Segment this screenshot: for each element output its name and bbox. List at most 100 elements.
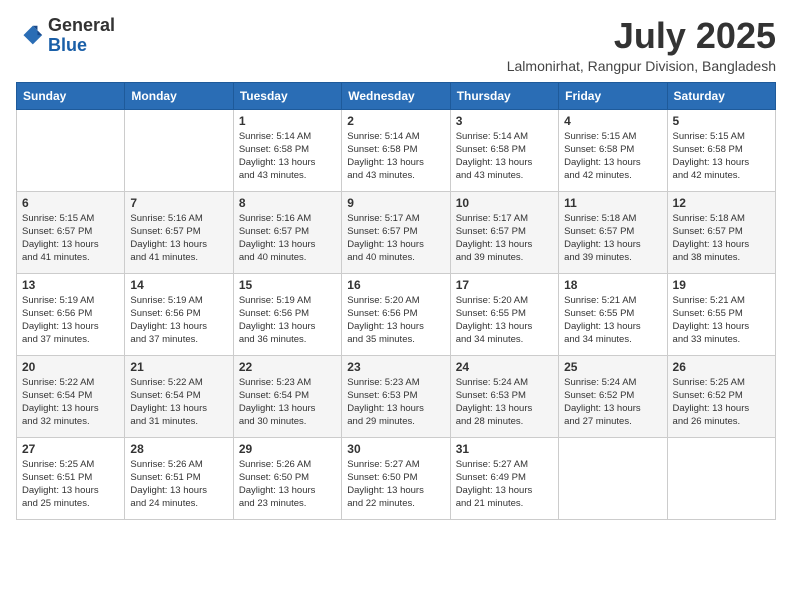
calendar-cell: 28 Sunrise: 5:26 AMSunset: 6:51 PMDayligh… bbox=[125, 437, 233, 519]
page-header: General Blue July 2025 Lalmonirhat, Rang… bbox=[16, 16, 776, 74]
day-number: 2 bbox=[347, 114, 444, 128]
calendar-cell: 4Sunrise: 5:15 AMSunset: 6:58 PMDaylight… bbox=[559, 109, 667, 191]
day-info: Sunrise: 5:23 AMSunset: 6:54 PMDaylight:… bbox=[239, 376, 336, 429]
logo: General Blue bbox=[16, 16, 115, 56]
calendar-cell: 7 Sunrise: 5:16 AMSunset: 6:57 PMDaylight… bbox=[125, 191, 233, 273]
calendar-cell: 16 Sunrise: 5:20 AMSunset: 6:56 PMDayligh… bbox=[342, 273, 450, 355]
day-info: Sunrise: 5:26 AMSunset: 6:51 PMDaylight:… bbox=[130, 458, 227, 511]
day-number: 13 bbox=[22, 278, 119, 292]
calendar-cell: 3 Sunrise: 5:14 AMSunset: 6:58 PMDaylight… bbox=[450, 109, 558, 191]
day-number: 7 bbox=[130, 196, 227, 210]
day-number: 11 bbox=[564, 196, 661, 210]
calendar-week-row: 27Sunrise: 5:25 AMSunset: 6:51 PMDayligh… bbox=[17, 437, 776, 519]
calendar-cell: 15 Sunrise: 5:19 AMSunset: 6:56 PMDayligh… bbox=[233, 273, 341, 355]
calendar-cell: 5 Sunrise: 5:15 AMSunset: 6:58 PMDaylight… bbox=[667, 109, 775, 191]
day-number: 22 bbox=[239, 360, 336, 374]
calendar-table: SundayMondayTuesdayWednesdayThursdayFrid… bbox=[16, 82, 776, 520]
day-number: 12 bbox=[673, 196, 770, 210]
calendar-week-row: 1 Sunrise: 5:14 AMSunset: 6:58 PMDaylight… bbox=[17, 109, 776, 191]
day-number: 15 bbox=[239, 278, 336, 292]
calendar-cell: 20 Sunrise: 5:22 AMSunset: 6:54 PMDayligh… bbox=[17, 355, 125, 437]
day-info: Sunrise: 5:21 AMSunset: 6:55 PMDaylight:… bbox=[564, 294, 661, 347]
day-info: Sunrise: 5:19 AMSunset: 6:56 PMDaylight:… bbox=[239, 294, 336, 347]
day-info: Sunrise: 5:22 AMSunset: 6:54 PMDaylight:… bbox=[130, 376, 227, 429]
month-title: July 2025 bbox=[507, 16, 776, 56]
calendar-cell: 25 Sunrise: 5:24 AMSunset: 6:52 PMDayligh… bbox=[559, 355, 667, 437]
day-number: 16 bbox=[347, 278, 444, 292]
day-info: Sunrise: 5:18 AMSunset: 6:57 PMDaylight:… bbox=[673, 212, 770, 265]
day-info: Sunrise: 5:26 AMSunset: 6:50 PMDaylight:… bbox=[239, 458, 336, 511]
calendar-cell: 24 Sunrise: 5:24 AMSunset: 6:53 PMDayligh… bbox=[450, 355, 558, 437]
calendar-cell: 14 Sunrise: 5:19 AMSunset: 6:56 PMDayligh… bbox=[125, 273, 233, 355]
calendar-cell: 30 Sunrise: 5:27 AMSunset: 6:50 PMDayligh… bbox=[342, 437, 450, 519]
calendar-cell: 17 Sunrise: 5:20 AMSunset: 6:55 PMDayligh… bbox=[450, 273, 558, 355]
day-info: Sunrise: 5:20 AMSunset: 6:55 PMDaylight:… bbox=[456, 294, 553, 347]
calendar-cell: 21 Sunrise: 5:22 AMSunset: 6:54 PMDayligh… bbox=[125, 355, 233, 437]
calendar-cell bbox=[559, 437, 667, 519]
day-info: Sunrise: 5:24 AMSunset: 6:53 PMDaylight:… bbox=[456, 376, 553, 429]
calendar-cell: 19Sunrise: 5:21 AMSunset: 6:55 PMDayligh… bbox=[667, 273, 775, 355]
day-info: Sunrise: 5:25 AMSunset: 6:52 PMDaylight:… bbox=[673, 376, 770, 429]
calendar-cell: 12 Sunrise: 5:18 AMSunset: 6:57 PMDayligh… bbox=[667, 191, 775, 273]
day-number: 5 bbox=[673, 114, 770, 128]
calendar-cell: 31Sunrise: 5:27 AMSunset: 6:49 PMDayligh… bbox=[450, 437, 558, 519]
day-info: Sunrise: 5:20 AMSunset: 6:56 PMDaylight:… bbox=[347, 294, 444, 347]
day-info: Sunrise: 5:24 AMSunset: 6:52 PMDaylight:… bbox=[564, 376, 661, 429]
day-number: 8 bbox=[239, 196, 336, 210]
calendar-cell: 22 Sunrise: 5:23 AMSunset: 6:54 PMDayligh… bbox=[233, 355, 341, 437]
day-number: 30 bbox=[347, 442, 444, 456]
calendar-cell bbox=[667, 437, 775, 519]
day-number: 9 bbox=[347, 196, 444, 210]
day-number: 26 bbox=[673, 360, 770, 374]
calendar-cell: 26 Sunrise: 5:25 AMSunset: 6:52 PMDayligh… bbox=[667, 355, 775, 437]
weekday-header: Wednesday bbox=[342, 82, 450, 109]
weekday-header: Tuesday bbox=[233, 82, 341, 109]
calendar-week-row: 6Sunrise: 5:15 AMSunset: 6:57 PMDaylight… bbox=[17, 191, 776, 273]
day-number: 23 bbox=[347, 360, 444, 374]
day-info: Sunrise: 5:16 AMSunset: 6:57 PMDaylight:… bbox=[130, 212, 227, 265]
calendar-cell bbox=[17, 109, 125, 191]
day-number: 3 bbox=[456, 114, 553, 128]
calendar-cell: 9Sunrise: 5:17 AMSunset: 6:57 PMDaylight… bbox=[342, 191, 450, 273]
logo-icon bbox=[16, 22, 44, 50]
weekday-header: Sunday bbox=[17, 82, 125, 109]
day-info: Sunrise: 5:19 AMSunset: 6:56 PMDaylight:… bbox=[22, 294, 119, 347]
day-info: Sunrise: 5:27 AMSunset: 6:50 PMDaylight:… bbox=[347, 458, 444, 511]
day-info: Sunrise: 5:21 AMSunset: 6:55 PMDaylight:… bbox=[673, 294, 770, 347]
day-number: 17 bbox=[456, 278, 553, 292]
calendar-cell: 11 Sunrise: 5:18 AMSunset: 6:57 PMDayligh… bbox=[559, 191, 667, 273]
day-info: Sunrise: 5:23 AMSunset: 6:53 PMDaylight:… bbox=[347, 376, 444, 429]
day-number: 1 bbox=[239, 114, 336, 128]
calendar-cell: 8Sunrise: 5:16 AMSunset: 6:57 PMDaylight… bbox=[233, 191, 341, 273]
day-number: 20 bbox=[22, 360, 119, 374]
day-info: Sunrise: 5:14 AMSunset: 6:58 PMDaylight:… bbox=[239, 130, 336, 183]
weekday-header: Saturday bbox=[667, 82, 775, 109]
calendar-cell: 10Sunrise: 5:17 AMSunset: 6:57 PMDayligh… bbox=[450, 191, 558, 273]
day-number: 4 bbox=[564, 114, 661, 128]
weekday-header: Friday bbox=[559, 82, 667, 109]
calendar-cell: 1 Sunrise: 5:14 AMSunset: 6:58 PMDaylight… bbox=[233, 109, 341, 191]
calendar-week-row: 13 Sunrise: 5:19 AMSunset: 6:56 PMDayligh… bbox=[17, 273, 776, 355]
calendar-cell: 6Sunrise: 5:15 AMSunset: 6:57 PMDaylight… bbox=[17, 191, 125, 273]
logo-text: General Blue bbox=[48, 16, 115, 56]
day-number: 25 bbox=[564, 360, 661, 374]
day-info: Sunrise: 5:22 AMSunset: 6:54 PMDaylight:… bbox=[22, 376, 119, 429]
day-info: Sunrise: 5:19 AMSunset: 6:56 PMDaylight:… bbox=[130, 294, 227, 347]
calendar-week-row: 20 Sunrise: 5:22 AMSunset: 6:54 PMDayligh… bbox=[17, 355, 776, 437]
day-info: Sunrise: 5:14 AMSunset: 6:58 PMDaylight:… bbox=[456, 130, 553, 183]
title-block: July 2025 Lalmonirhat, Rangpur Division,… bbox=[507, 16, 776, 74]
day-number: 31 bbox=[456, 442, 553, 456]
day-info: Sunrise: 5:17 AMSunset: 6:57 PMDaylight:… bbox=[456, 212, 553, 265]
calendar-cell: 29 Sunrise: 5:26 AMSunset: 6:50 PMDayligh… bbox=[233, 437, 341, 519]
day-info: Sunrise: 5:15 AMSunset: 6:58 PMDaylight:… bbox=[673, 130, 770, 183]
day-number: 21 bbox=[130, 360, 227, 374]
day-number: 29 bbox=[239, 442, 336, 456]
calendar-cell: 27Sunrise: 5:25 AMSunset: 6:51 PMDayligh… bbox=[17, 437, 125, 519]
day-info: Sunrise: 5:18 AMSunset: 6:57 PMDaylight:… bbox=[564, 212, 661, 265]
weekday-header: Monday bbox=[125, 82, 233, 109]
day-number: 28 bbox=[130, 442, 227, 456]
calendar-cell: 13 Sunrise: 5:19 AMSunset: 6:56 PMDayligh… bbox=[17, 273, 125, 355]
day-number: 24 bbox=[456, 360, 553, 374]
calendar-cell bbox=[125, 109, 233, 191]
day-number: 14 bbox=[130, 278, 227, 292]
